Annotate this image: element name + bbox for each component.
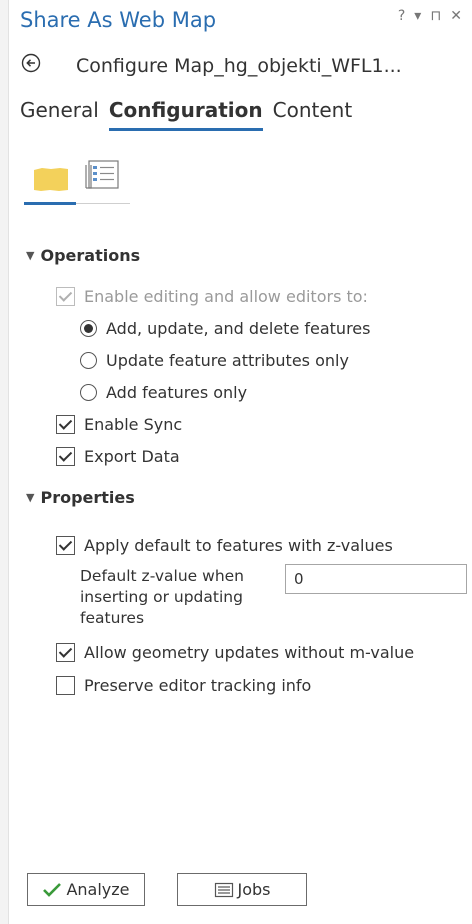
radio-add-update-delete[interactable]: Add, update, and delete features xyxy=(80,319,370,338)
enable-sync-checkbox[interactable]: Enable Sync xyxy=(56,415,182,434)
checkbox-icon xyxy=(56,415,75,434)
radio-label: Update feature attributes only xyxy=(106,351,349,370)
operations-header-label: Operations xyxy=(40,246,141,265)
enable-editing-label: Enable editing and allow editors to: xyxy=(84,287,368,306)
jobs-list-icon xyxy=(214,882,234,898)
close-icon[interactable]: ✕ xyxy=(450,8,462,24)
apply-default-z-checkbox[interactable]: Apply default to features with z-values xyxy=(56,536,393,555)
pin-icon[interactable]: ⊓ xyxy=(430,8,441,24)
radio-add-features-only[interactable]: Add features only xyxy=(80,383,247,402)
layer-folder-icon[interactable] xyxy=(24,156,76,204)
configure-subtitle: Configure Map_hg_objekti_WFL1... xyxy=(76,55,402,77)
chevron-down-icon: ▼ xyxy=(26,249,35,262)
enable-editing-checkbox[interactable]: Enable editing and allow editors to: xyxy=(56,287,368,306)
tab-configuration[interactable]: Configuration xyxy=(108,98,263,131)
checkbox-icon xyxy=(56,287,75,306)
jobs-label: Jobs xyxy=(237,880,271,899)
checkbox-icon xyxy=(56,536,75,555)
pane-left-edge xyxy=(0,0,9,924)
tab-content[interactable]: Content xyxy=(273,98,353,131)
share-web-map-pane: Share As Web Map ? ▾ ⊓ ✕ Configure Map_h… xyxy=(0,0,472,924)
analyze-button[interactable]: Analyze xyxy=(27,873,145,906)
default-z-label: Default z-value when inserting or updati… xyxy=(80,567,244,627)
options-dropdown-icon[interactable]: ▾ xyxy=(414,8,421,24)
preserve-tracking-checkbox[interactable]: Preserve editor tracking info xyxy=(56,676,311,695)
default-z-input[interactable] xyxy=(285,564,467,594)
properties-section-header[interactable]: ▼ Properties xyxy=(26,488,135,507)
allow-geometry-updates-label: Allow geometry updates without m-value xyxy=(84,643,415,662)
checkbox-icon xyxy=(56,676,75,695)
jobs-button[interactable]: Jobs xyxy=(177,873,307,906)
back-arrow-icon[interactable] xyxy=(21,53,41,73)
icon-tab-divider xyxy=(76,203,130,204)
radio-icon xyxy=(80,352,97,369)
pane-title: Share As Web Map xyxy=(20,8,217,32)
radio-icon xyxy=(80,320,97,337)
radio-label: Add features only xyxy=(106,383,248,402)
enable-sync-label: Enable Sync xyxy=(84,415,183,434)
operations-section-header[interactable]: ▼ Operations xyxy=(26,246,140,265)
icon-tab-selected-underline xyxy=(24,202,76,205)
allow-geometry-updates-checkbox[interactable]: Allow geometry updates without m-value xyxy=(56,643,414,662)
apply-default-z-label: Apply default to features with z-values xyxy=(84,536,393,555)
checkbox-icon xyxy=(56,447,75,466)
pane-window-controls: ? ▾ ⊓ ✕ xyxy=(398,8,462,24)
analyze-label: Analyze xyxy=(66,880,130,899)
radio-update-attributes-only[interactable]: Update feature attributes only xyxy=(80,351,349,370)
tab-general[interactable]: General xyxy=(20,98,99,131)
preserve-tracking-label: Preserve editor tracking info xyxy=(84,676,312,695)
help-icon[interactable]: ? xyxy=(398,8,405,24)
checkbox-icon xyxy=(56,643,75,662)
chevron-down-icon: ▼ xyxy=(26,491,35,504)
list-properties-icon[interactable] xyxy=(78,156,130,204)
main-tabs: General Configuration Content xyxy=(20,98,352,131)
radio-icon xyxy=(80,384,97,401)
export-data-label: Export Data xyxy=(84,447,180,466)
radio-label: Add, update, and delete features xyxy=(106,319,371,338)
check-icon xyxy=(42,882,62,898)
properties-header-label: Properties xyxy=(40,488,135,507)
export-data-checkbox[interactable]: Export Data xyxy=(56,447,180,466)
